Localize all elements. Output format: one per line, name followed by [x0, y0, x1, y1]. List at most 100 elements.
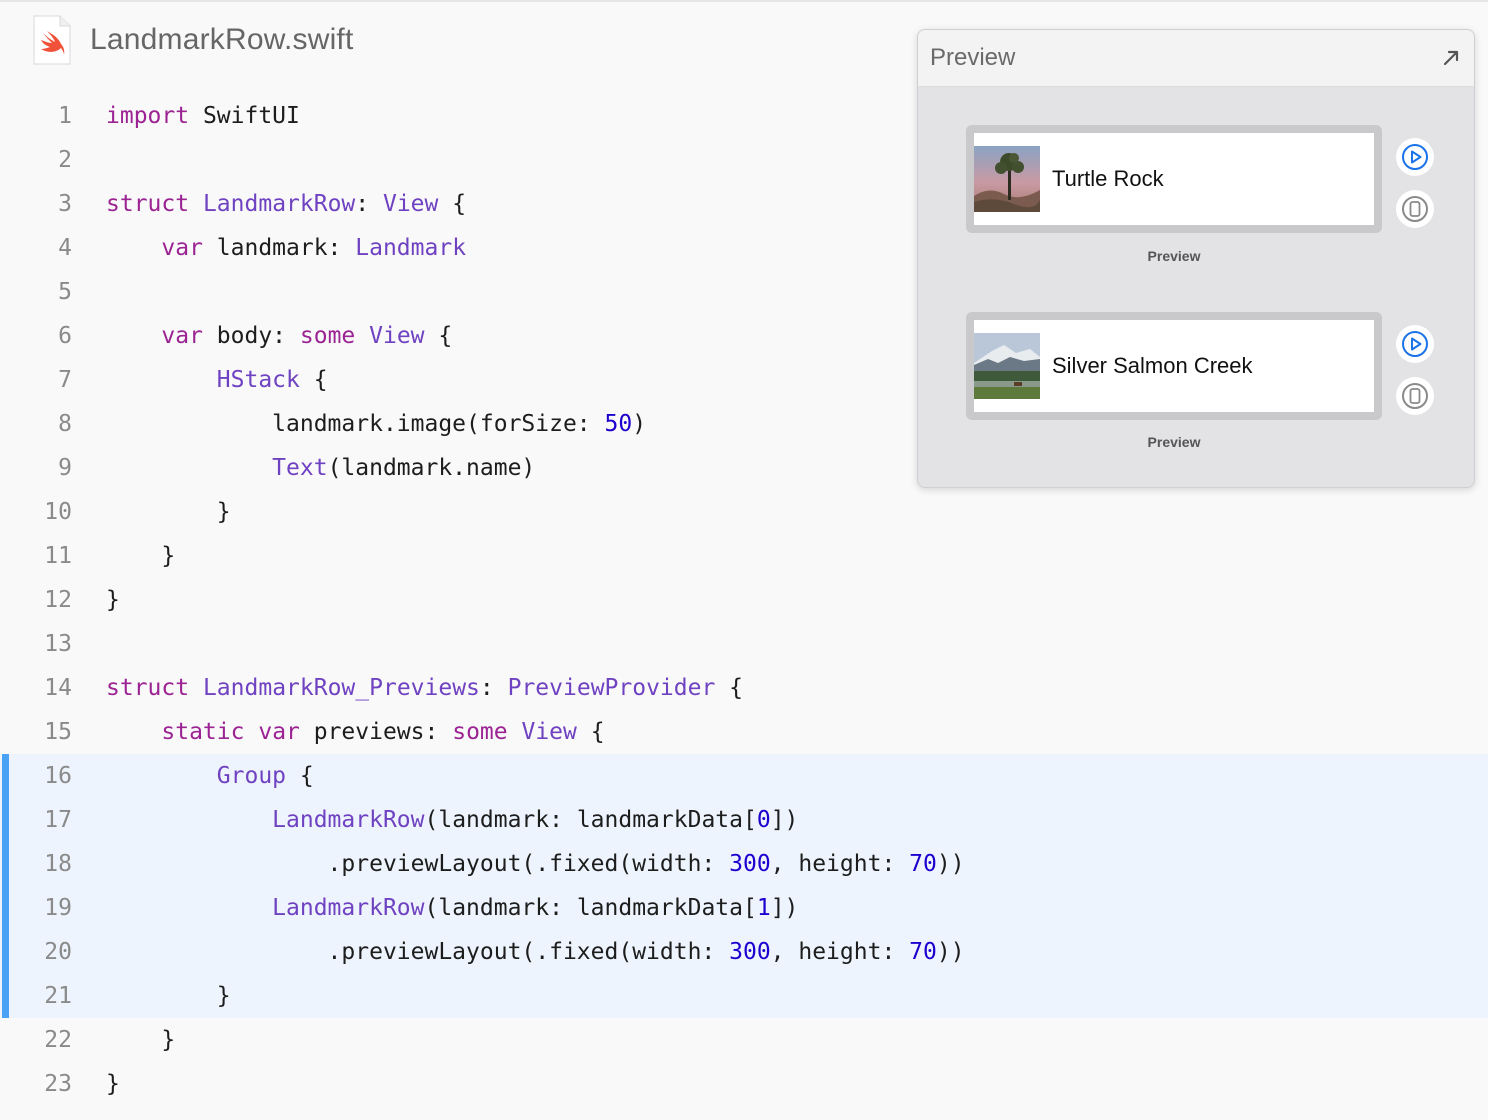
line-number: 14	[44, 675, 72, 701]
line-number: 5	[58, 279, 72, 305]
code-text: var body: some View {	[106, 314, 452, 358]
preview-row-turtle-rock[interactable]: Turtle Rock	[966, 125, 1382, 233]
code-token: }	[106, 1071, 120, 1097]
code-token: body:	[202, 323, 300, 349]
line-number: 17	[44, 807, 72, 833]
code-token: var	[161, 323, 203, 349]
preview-title: Preview	[930, 44, 1016, 71]
code-line-15[interactable]: 15 static var previews: some View {	[0, 710, 1488, 754]
code-token: {	[576, 719, 605, 745]
code-line-23[interactable]: 23}	[0, 1062, 1488, 1106]
top-divider	[0, 0, 1488, 2]
line-number: 22	[44, 1027, 72, 1053]
swift-file-icon	[30, 15, 74, 65]
code-text: }	[106, 490, 231, 534]
line-number: 18	[44, 851, 72, 877]
code-text: HStack {	[106, 358, 328, 402]
code-token: landmark:	[202, 235, 356, 261]
code-token: ])	[770, 895, 799, 921]
code-token: .previewLayout(.fixed(width:	[106, 939, 730, 965]
code-token: previews:	[299, 719, 453, 745]
play-circle-icon	[1402, 144, 1428, 170]
code-token: 70	[909, 851, 937, 877]
code-line-17[interactable]: 17 LandmarkRow(landmark: landmarkData[0]…	[0, 798, 1488, 842]
line-number: 1	[58, 103, 72, 129]
play-circle-icon	[1402, 331, 1428, 357]
code-token: , height:	[770, 851, 910, 877]
code-line-11[interactable]: 11 }	[0, 534, 1488, 578]
code-text: import SwiftUI	[106, 94, 300, 138]
code-line-12[interactable]: 12}	[0, 578, 1488, 622]
landmark-row: Turtle Rock	[974, 133, 1374, 225]
code-token: ))	[936, 851, 965, 877]
code-token: )	[632, 411, 647, 437]
device-icon	[1402, 383, 1428, 409]
code-token: LandmarkRow	[202, 191, 356, 217]
code-token: }	[106, 543, 176, 569]
code-line-13[interactable]: 13	[0, 622, 1488, 666]
code-line-10[interactable]: 10 }	[0, 490, 1488, 534]
live-preview-button[interactable]	[1396, 325, 1434, 363]
line-number: 6	[58, 323, 72, 349]
line-number: 4	[58, 235, 72, 261]
code-token: }	[106, 983, 231, 1009]
code-token: View	[369, 323, 425, 349]
preview-panel: Preview Turtle Rock Preview Silver Salmo…	[917, 29, 1475, 488]
code-token: LandmarkRow	[272, 895, 425, 921]
code-text: Group {	[106, 754, 314, 798]
code-line-14[interactable]: 14 struct LandmarkRow_Previews: PreviewPr…	[0, 666, 1488, 710]
preview-on-device-button[interactable]	[1396, 377, 1434, 415]
code-token: ))	[936, 939, 965, 965]
line-number: 16	[44, 763, 72, 789]
code-token: import	[106, 103, 190, 129]
code-token: 300	[729, 851, 771, 877]
code-line-16[interactable]: 16 Group {	[0, 754, 1488, 798]
line-number: 13	[44, 631, 72, 657]
code-token: struct	[106, 675, 190, 701]
code-token: ])	[770, 807, 799, 833]
preview-row-silver-salmon-creek[interactable]: Silver Salmon Creek	[966, 312, 1382, 420]
line-number: 7	[58, 367, 72, 393]
code-line-20[interactable]: 20 .previewLayout(.fixed(width: 300, hei…	[0, 930, 1488, 974]
code-token: 70	[909, 939, 937, 965]
preview-on-device-button[interactable]	[1396, 190, 1434, 228]
line-number: 10	[44, 499, 72, 525]
code-line-19[interactable]: 19 LandmarkRow(landmark: landmarkData[1]…	[0, 886, 1488, 930]
line-number: 11	[44, 543, 72, 569]
code-token: static	[161, 719, 245, 745]
code-text: struct LandmarkRow_Previews: PreviewProv…	[106, 666, 743, 710]
turtle-rock-image	[974, 146, 1040, 212]
live-preview-button[interactable]	[1396, 138, 1434, 176]
line-number: 12	[44, 587, 72, 613]
line-number: 3	[58, 191, 72, 217]
code-line-21[interactable]: 21 }	[0, 974, 1488, 1018]
code-line-22[interactable]: 22 }	[0, 1018, 1488, 1062]
preview-caption: Preview	[1147, 434, 1201, 450]
expand-arrow-icon[interactable]	[1440, 47, 1462, 69]
code-token: (landmark.name)	[327, 455, 536, 481]
code-token: :	[355, 191, 383, 217]
landmark-row: Silver Salmon Creek	[974, 320, 1374, 412]
code-text: .previewLayout(.fixed(width: 300, height…	[106, 930, 965, 974]
line-number: 15	[44, 719, 72, 745]
code-token: {	[438, 191, 467, 217]
code-token: LandmarkRow	[272, 807, 425, 833]
code-line-18[interactable]: 18 .previewLayout(.fixed(width: 300, hei…	[0, 842, 1488, 886]
landmark-name: Turtle Rock	[1052, 166, 1164, 191]
code-text: static var previews: some View {	[106, 710, 605, 754]
landmark-name: Silver Salmon Creek	[1052, 353, 1253, 378]
line-number: 23	[44, 1071, 72, 1097]
code-text: var landmark: Landmark	[106, 226, 466, 270]
code-token: struct	[106, 191, 190, 217]
file-title[interactable]: LandmarkRow.swift	[90, 23, 354, 57]
code-text: landmark.image(forSize: 50)	[106, 402, 646, 446]
device-icon	[1402, 196, 1428, 222]
code-token: {	[299, 367, 328, 393]
